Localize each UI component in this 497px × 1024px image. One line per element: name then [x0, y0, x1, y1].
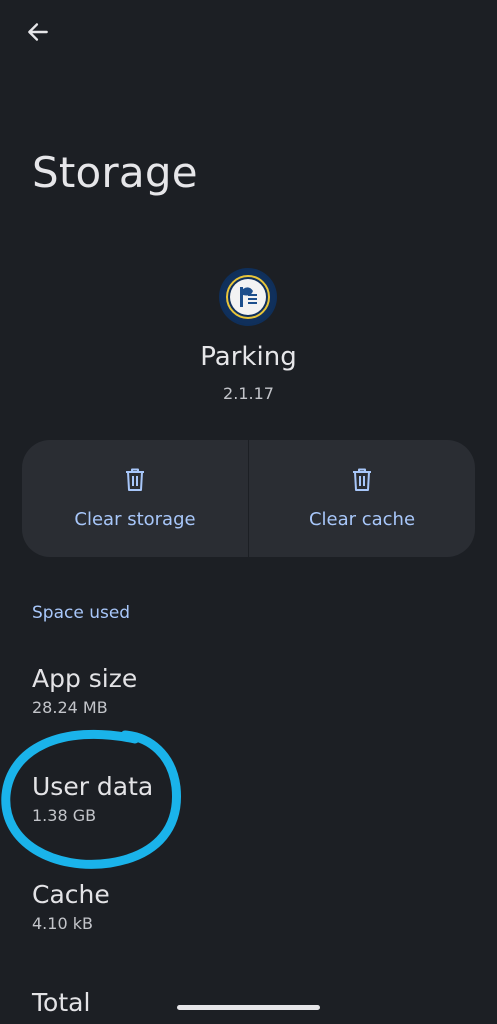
- page-title: Storage: [32, 148, 198, 197]
- app-logo-icon: [219, 268, 277, 326]
- clear-cache-label: Clear cache: [308, 509, 416, 530]
- app-size-title: App size: [32, 664, 138, 693]
- cache-title: Cache: [32, 880, 110, 909]
- user-data-item[interactable]: User data 1.38 GB: [32, 772, 153, 825]
- clear-storage-button[interactable]: Clear storage: [22, 440, 248, 557]
- storage-actions-card: Clear storage Clear cache: [22, 440, 475, 557]
- user-data-value: 1.38 GB: [32, 806, 97, 825]
- back-button[interactable]: [18, 14, 58, 54]
- app-size-item[interactable]: App size 28.24 MB: [32, 664, 137, 717]
- clear-cache-button[interactable]: Clear cache: [249, 440, 475, 557]
- app-name: Parking: [200, 342, 297, 372]
- app-size-value: 28.24 MB: [32, 698, 108, 717]
- trash-icon: [123, 467, 147, 497]
- gesture-nav-handle[interactable]: [177, 1005, 320, 1010]
- user-data-title: User data: [32, 772, 154, 801]
- trash-icon: [350, 467, 374, 497]
- arrow-left-icon: [25, 19, 51, 49]
- space-used-header: Space used: [32, 603, 131, 623]
- total-item[interactable]: Total: [32, 988, 90, 1022]
- total-title: Total: [32, 988, 91, 1017]
- app-version: 2.1.17: [223, 384, 274, 403]
- clear-storage-label: Clear storage: [74, 509, 196, 530]
- cache-value: 4.10 kB: [32, 914, 93, 933]
- cache-item[interactable]: Cache 4.10 kB: [32, 880, 110, 933]
